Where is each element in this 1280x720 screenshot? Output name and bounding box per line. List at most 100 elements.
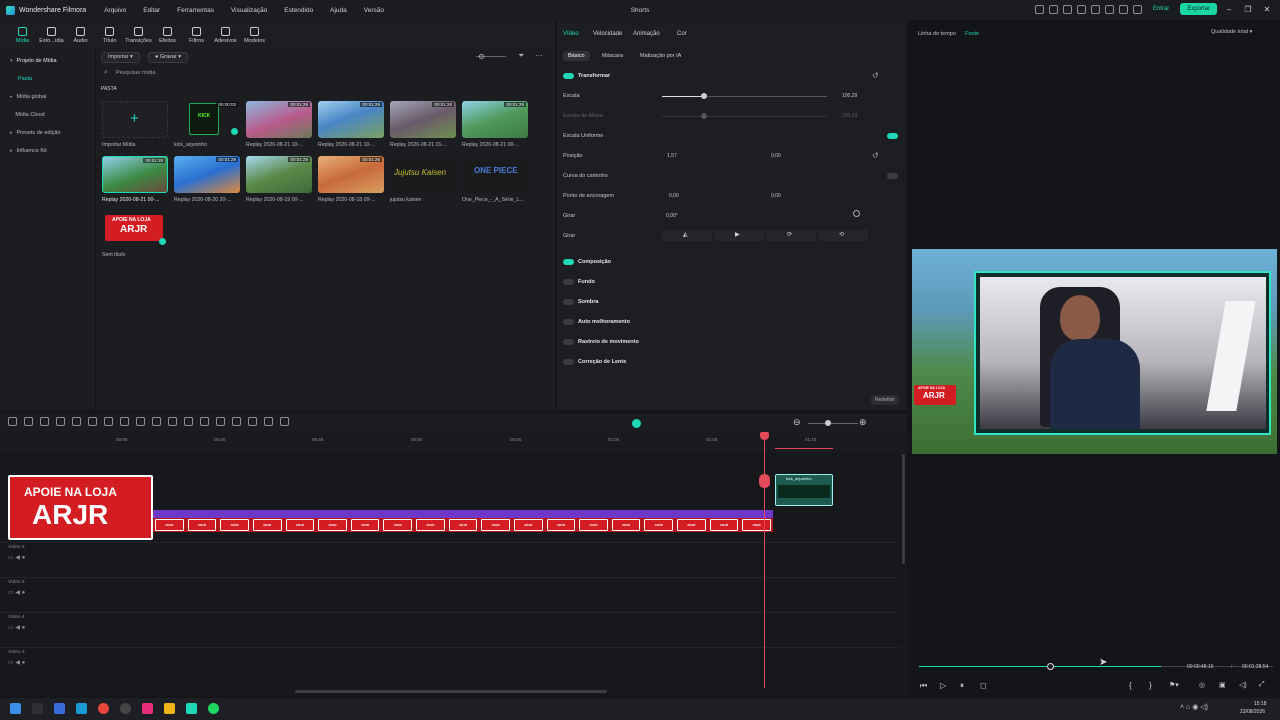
path-toggle[interactable] [887,173,898,179]
track-video-3[interactable]: Vídeo 3 ▭ ◀ ● [0,647,900,682]
tab-modelos[interactable]: Modelos [240,27,269,48]
motion-track-toggle[interactable] [563,339,574,345]
sidebar-item-presets[interactable]: ▸ Presets de edição [0,124,95,142]
zoom-icon[interactable] [120,417,129,426]
flip-horizontal-button[interactable]: ▶ [714,230,764,241]
shadow-toggle[interactable] [563,299,574,305]
reset-icon[interactable]: ↺ [872,151,879,160]
tab-velocidade[interactable]: Velocidade [593,31,622,37]
pause-icon[interactable]: ⏸ [960,681,964,691]
tab-audio[interactable]: Áudio [66,27,95,48]
media-tile[interactable]: KICK 00:00:03 [174,101,240,138]
explorer-icon[interactable] [164,703,175,714]
subtab-basico[interactable]: Básico [563,51,590,61]
purple-track-bar[interactable] [153,510,773,518]
crop-icon[interactable] [72,417,81,426]
banner-overlay-clip[interactable]: APOIE NA LOJA ARJR [8,475,153,540]
tab-efeitos[interactable]: Efeitos [153,27,182,48]
rotate-field[interactable]: 0,00° [666,213,678,219]
lens-toggle[interactable] [563,359,574,365]
anchor-y-field[interactable]: 0,00 [771,193,781,199]
play-icon[interactable]: ▷ [940,681,946,690]
scale-value[interactable]: 100,29 [842,93,857,99]
ai-icon[interactable] [216,417,225,426]
sidebar-item-midia-cloud[interactable]: Mídia Cloud [0,106,95,124]
media-tile[interactable]: 00:01:26 [318,156,384,193]
feedback-icon[interactable] [1132,4,1142,14]
stabilize-icon[interactable] [280,417,289,426]
mark-out-icon[interactable]: } [1149,681,1152,690]
playhead-handle[interactable] [760,432,769,440]
auto-enhance-toggle[interactable] [563,319,574,325]
media-tile[interactable]: Jujutsu Kaisen [390,156,456,193]
snap-icon[interactable] [632,419,641,428]
split-icon[interactable] [104,417,113,426]
zoom-out-icon[interactable]: ⊖ [793,417,801,428]
timeline-zoom-knob[interactable] [825,420,831,426]
preview-video[interactable]: APOIE NA LOJA ARJR [912,249,1277,454]
tab-transicoes[interactable]: Transições [124,27,153,48]
stop-icon[interactable]: ◻ [980,681,987,690]
audio-icon[interactable] [168,417,177,426]
media-tile[interactable]: 00:01:29 [246,101,312,138]
vertical-scrollbar[interactable] [902,454,905,564]
menu-editar[interactable]: Editar [143,7,160,14]
export-button[interactable]: Exportar [1180,3,1217,15]
tab-stock[interactable]: Esto...ídia [37,27,66,48]
delete-icon[interactable] [56,417,65,426]
menu-versao[interactable]: Versão [364,7,384,14]
track-controls[interactable]: ▭ ◀ ● [8,554,25,561]
redo-icon[interactable] [40,417,49,426]
timeline-zoom-slider[interactable] [808,423,858,424]
media-tile[interactable]: 00:01:29 [318,101,384,138]
import-media-tile[interactable]: + [102,101,168,138]
obs-icon[interactable] [120,703,131,714]
zoom-in-icon[interactable]: ⊕ [859,417,867,428]
rotate-cw-button[interactable]: ⟳ [766,230,816,241]
prev-frame-icon[interactable]: ⏮ [920,681,927,691]
record-button[interactable]: ● Gravar ▾ [148,52,188,63]
subtab-matizacao[interactable]: Matização por IA [635,51,686,61]
media-tile[interactable]: 00:01:29 [174,156,240,193]
media-tile[interactable]: ONE PIECE [462,156,528,193]
tab-source[interactable]: Fonte [965,31,979,37]
marker-icon[interactable] [200,417,209,426]
edge-icon[interactable] [76,703,87,714]
transform-toggle[interactable] [563,73,574,79]
layout-icon[interactable] [1062,4,1072,14]
anchor-x-field[interactable]: 0,00 [669,193,679,199]
track-controls[interactable]: ▭ ◀ ● [8,624,25,631]
tab-filtros[interactable]: Filtros [182,27,211,48]
tab-animacao[interactable]: Animação [633,31,660,37]
login-button[interactable]: Entrar [1146,3,1176,15]
marker-icon[interactable]: ⚑▾ [1169,681,1179,689]
playhead-knob[interactable] [1047,663,1054,670]
filter-icon[interactable]: ⏷ [518,51,524,61]
background-toggle[interactable] [563,279,574,285]
position-y-field[interactable]: 0,00 [771,153,781,159]
reset-button[interactable]: Redefinir [871,395,900,405]
track-controls[interactable]: ▭ ◀ ● [8,659,25,666]
import-button[interactable]: Importar ▾ [101,52,140,63]
track-video-6[interactable]: Vídeo 6 ▭ ◀ ● [0,542,900,577]
scale-knob[interactable] [701,93,707,99]
speed-icon[interactable] [136,417,145,426]
group-icon[interactable] [248,417,257,426]
media-tile[interactable]: APOIE NA LOJA ARJR [102,211,168,248]
capcut-icon[interactable] [142,703,153,714]
track-controls[interactable]: ▭ ◀ ● [8,589,25,596]
monitor-icon[interactable] [1076,4,1086,14]
banner-clip-strip[interactable]: ARJR ARJR ARJR ARJR ARJR ARJR ARJR ARJR ARJR ARJR… [153,518,773,532]
filmora-taskbar-icon[interactable] [186,703,197,714]
tab-cor[interactable]: Cor [677,31,687,37]
color-icon[interactable] [152,417,161,426]
more-icon[interactable] [264,417,273,426]
composition-toggle[interactable] [563,259,574,265]
menu-ferramentas[interactable]: Ferramentas [177,7,214,14]
cloud-icon[interactable] [1090,4,1100,14]
mark-in-icon[interactable]: { [1129,681,1132,690]
reset-icon[interactable]: ↺ [872,71,879,80]
mask-icon[interactable] [232,417,241,426]
rotate-ccw-button[interactable]: ⟲ [818,230,868,241]
text-icon[interactable] [88,417,97,426]
